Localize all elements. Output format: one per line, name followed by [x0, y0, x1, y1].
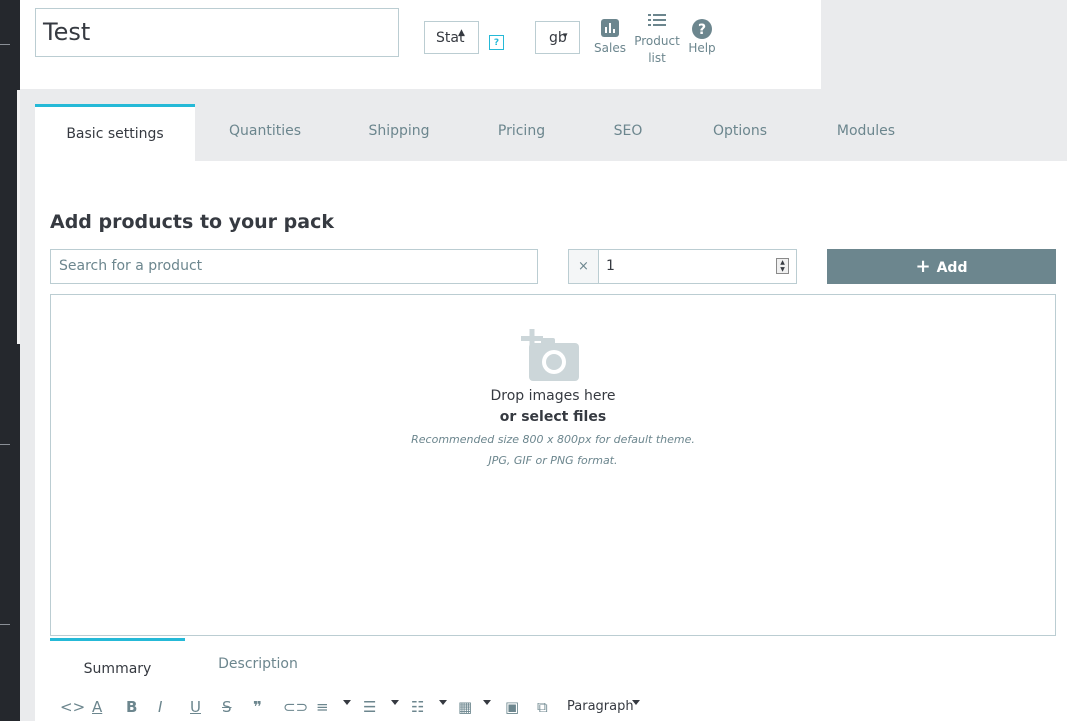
table-caret-icon[interactable]: [483, 700, 491, 705]
paragraph-format-select[interactable]: Paragraph: [567, 697, 634, 717]
bold-icon[interactable]: B: [126, 697, 137, 717]
language-select[interactable]: gb ▾: [535, 21, 580, 54]
sidebar-tick: [0, 44, 10, 45]
add-photo-icon: [521, 329, 579, 381]
product-list-label-line1: Product: [634, 34, 680, 48]
image-dropzone[interactable]: Drop images here or select files Recomme…: [50, 294, 1056, 636]
help-circle-icon: ?: [692, 19, 712, 39]
paragraph-caret-icon[interactable]: [632, 700, 640, 705]
strikethrough-icon[interactable]: S: [222, 697, 232, 717]
help-button[interactable]: ? Help: [686, 18, 718, 57]
bullet-list-caret-icon[interactable]: [391, 700, 399, 705]
editor-toolbar: <> A B I U S ❞ ⊂⊃ ≡ ☰ ☷ ▦ ▣ ⧉ Paragraph: [50, 691, 1056, 721]
product-list-button[interactable]: Product list: [632, 12, 682, 67]
spinner-arrows-icon[interactable]: ▲ ▼: [776, 258, 789, 274]
media-icon[interactable]: ⧉: [537, 697, 548, 717]
tab-pricing[interactable]: Pricing: [484, 104, 559, 161]
plus-icon: +: [915, 256, 931, 277]
chevron-up-icon: ▲: [458, 28, 465, 38]
product-header: Test Stat ▲ ? gb ▾ Sales Product list ? …: [20, 0, 821, 89]
bar-chart-icon: [601, 19, 619, 37]
blockquote-icon[interactable]: ❞: [253, 697, 262, 717]
tab-seo[interactable]: SEO: [603, 104, 653, 161]
status-select[interactable]: Stat ▲: [424, 21, 479, 54]
dropzone-hint-format: JPG, GIF or PNG format.: [488, 454, 618, 467]
image-icon[interactable]: ▣: [505, 697, 519, 717]
align-caret-icon[interactable]: [343, 700, 351, 705]
dropzone-hint-size: Recommended size 800 x 800px for default…: [411, 433, 695, 446]
add-label: Add: [936, 260, 968, 276]
numbered-list-icon[interactable]: ☷: [411, 697, 424, 717]
tab-summary[interactable]: Summary: [50, 638, 185, 678]
tab-modules[interactable]: Modules: [825, 104, 907, 161]
tab-quantities[interactable]: Quantities: [215, 104, 315, 161]
add-product-button[interactable]: + Add: [827, 249, 1056, 284]
pack-section-title: Add products to your pack: [50, 211, 334, 233]
tab-shipping[interactable]: Shipping: [354, 104, 444, 161]
sales-button[interactable]: Sales: [594, 18, 626, 57]
table-icon[interactable]: ▦: [458, 697, 472, 717]
italic-icon[interactable]: I: [158, 697, 162, 717]
tab-basic-settings[interactable]: Basic settings: [35, 104, 195, 161]
help-icon[interactable]: ?: [489, 35, 504, 50]
sales-label: Sales: [594, 41, 626, 55]
bullet-list-icon[interactable]: ☰: [363, 697, 376, 717]
sidebar-tick: [0, 624, 10, 625]
quantity-prefix: ×: [569, 250, 599, 283]
align-icon[interactable]: ≡: [316, 697, 329, 717]
svg-text:?: ?: [698, 22, 706, 38]
sidebar-strip: [0, 0, 20, 721]
link-icon[interactable]: ⊂⊃: [283, 697, 308, 717]
description-tabs: Summary Description: [50, 638, 1056, 678]
product-search-input[interactable]: Search for a product: [50, 249, 538, 284]
sidebar-edge: [17, 90, 20, 344]
product-list-label-line2: list: [648, 51, 666, 65]
tab-description[interactable]: Description: [210, 638, 306, 678]
help-label: Help: [688, 41, 716, 55]
chevron-down-icon: ▾: [563, 31, 568, 41]
tab-options[interactable]: Options: [700, 104, 780, 161]
dropzone-text: Drop images here: [490, 388, 616, 404]
product-tabs: Basic settings Quantities Shipping Prici…: [35, 104, 1067, 161]
quantity-input[interactable]: 1: [606, 250, 615, 283]
product-name-input[interactable]: Test: [35, 8, 399, 57]
underline-icon[interactable]: U: [190, 697, 201, 717]
quantity-stepper[interactable]: × 1 ▲ ▼: [568, 249, 797, 284]
code-icon[interactable]: <>: [60, 697, 85, 717]
list-icon: [648, 14, 666, 26]
text-color-icon[interactable]: A: [92, 697, 102, 717]
sidebar-tick: [0, 444, 10, 445]
basic-settings-panel: Add products to your pack Search for a p…: [35, 161, 1067, 721]
numbered-list-caret-icon[interactable]: [439, 700, 447, 705]
select-files-link[interactable]: or select files: [51, 409, 1055, 425]
